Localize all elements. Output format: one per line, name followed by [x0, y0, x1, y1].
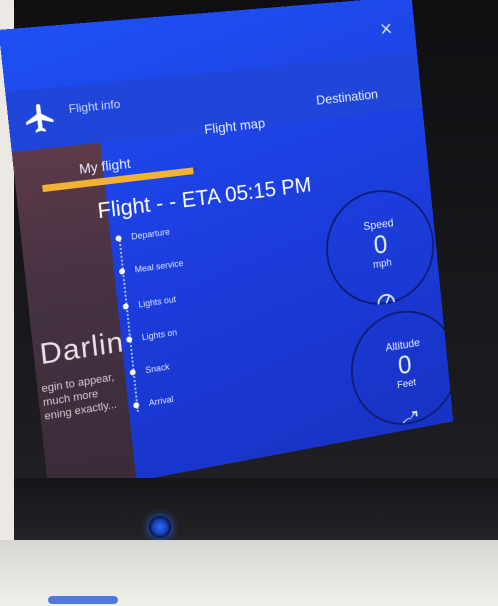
- timeline-label: Lights on: [141, 327, 177, 342]
- screen-perspective: Darlin egin to appear, much more ening e…: [0, 20, 498, 520]
- close-icon[interactable]: ×: [379, 18, 393, 41]
- artwork-subtext: egin to appear, much more ening exactly.…: [41, 371, 118, 424]
- speed-gauge: Speed 0 mph: [321, 184, 440, 313]
- climb-icon: [400, 409, 420, 425]
- timeline-dot: [119, 268, 125, 275]
- timeline-label: Departure: [131, 227, 171, 242]
- altitude-gauge: Altitude 0 Feet: [346, 303, 454, 434]
- artwork-text: Darlin: [38, 326, 126, 372]
- speedometer-icon: [376, 290, 396, 306]
- timeline-dot: [130, 369, 136, 376]
- background-artwork: Darlin egin to appear, much more ening e…: [12, 141, 137, 498]
- home-button[interactable]: [149, 516, 171, 538]
- timeline-item: Arrival: [133, 394, 174, 410]
- timeline-label: Lights out: [138, 294, 177, 309]
- ife-screen: Darlin egin to appear, much more ening e…: [0, 0, 453, 497]
- timeline-item: Snack: [129, 362, 170, 378]
- airplane-icon: [21, 99, 59, 136]
- timeline-item: Lights on: [126, 327, 178, 345]
- timeline-dot: [123, 303, 129, 310]
- timeline-dot: [126, 336, 132, 343]
- timeline-dot: [133, 402, 139, 409]
- timeline-item: Lights out: [122, 294, 176, 312]
- timeline-label: Arrival: [148, 394, 174, 408]
- timeline-dot: [115, 235, 121, 242]
- timeline-label: Snack: [145, 362, 170, 376]
- timeline-item: Departure: [115, 227, 170, 244]
- indicator-light: [48, 596, 118, 604]
- timeline-item: Meal service: [119, 258, 184, 277]
- timeline-label: Meal service: [134, 258, 184, 274]
